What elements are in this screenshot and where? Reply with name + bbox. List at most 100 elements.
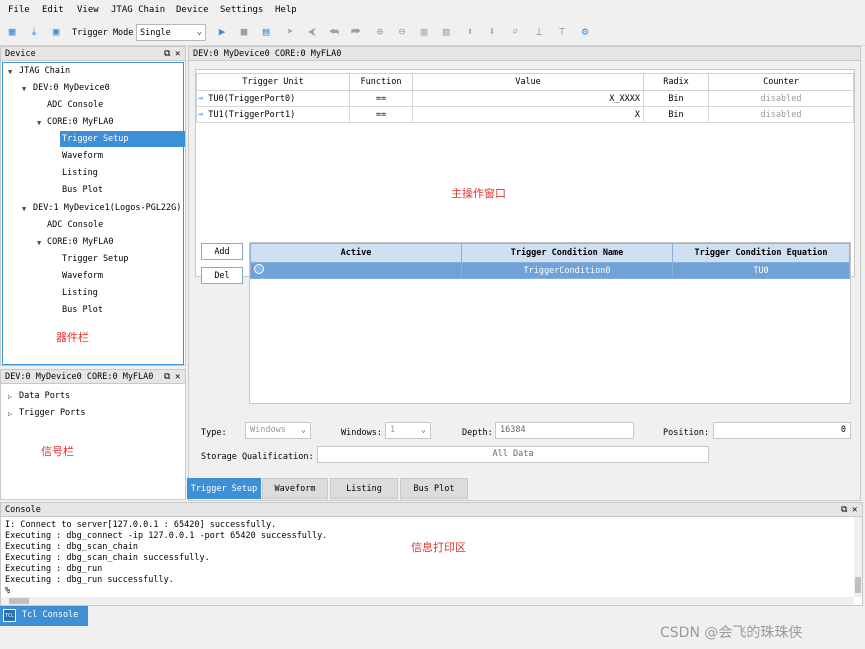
menu-file[interactable]: File xyxy=(8,5,30,15)
function-cell[interactable]: == xyxy=(349,106,413,123)
table-row[interactable]: TriggerCondition0 TU0 xyxy=(250,262,850,279)
trigger-unit-cell[interactable]: ⊸ TU0(TriggerPort0) xyxy=(196,90,350,107)
function-cell[interactable]: == xyxy=(349,90,413,107)
close-icon[interactable]: ✕ xyxy=(175,370,180,384)
save-icon[interactable]: ▣ xyxy=(50,26,62,38)
depth-field[interactable]: 16384 xyxy=(495,422,634,439)
collapsed-arrow-icon[interactable]: ▷ xyxy=(8,393,12,401)
menu-jtag-chain[interactable]: JTAG Chain xyxy=(111,5,165,15)
col-counter[interactable]: Counter xyxy=(708,73,854,91)
tab-trigger-setup[interactable]: Trigger Setup xyxy=(187,478,261,499)
del-button[interactable]: Del xyxy=(201,267,243,284)
tree-adc-console-0[interactable]: ADC Console xyxy=(47,97,103,113)
condition-equation-cell[interactable]: TU0 xyxy=(672,262,850,279)
tab-bus-plot[interactable]: Bus Plot xyxy=(400,478,468,499)
tree-waveform-0[interactable]: Waveform xyxy=(62,148,103,164)
zoom-fit-icon[interactable]: ▥ xyxy=(418,26,430,38)
restore-icon[interactable]: ⧉ xyxy=(164,47,170,61)
col-value[interactable]: Value xyxy=(412,73,644,91)
col-radix[interactable]: Radix xyxy=(643,73,709,91)
tree-listing-1[interactable]: Listing xyxy=(62,285,98,301)
storage-qualification-field[interactable]: All Data xyxy=(317,446,709,463)
zoom-in-icon[interactable]: ⊕ xyxy=(374,26,386,38)
value-cell[interactable]: X_XXXX xyxy=(412,90,644,107)
table-row[interactable]: ⊸ TU1(TriggerPort1) == X Bin disabled xyxy=(196,106,854,123)
menu-settings[interactable]: Settings xyxy=(220,5,263,15)
tree-core0[interactable]: CORE:0 MyFLA0 xyxy=(47,114,114,130)
gear-icon[interactable]: ⚙ xyxy=(579,26,591,38)
forward-icon[interactable]: ⮫ xyxy=(350,26,362,38)
active-cell[interactable] xyxy=(250,262,462,279)
vertical-scrollbar[interactable] xyxy=(854,517,862,597)
scrollbar-thumb[interactable] xyxy=(9,598,29,604)
arrow-right-icon[interactable]: ➤ xyxy=(284,26,296,38)
trigger-ports-item[interactable]: Trigger Ports xyxy=(19,405,86,421)
tree-core0-dev1[interactable]: CORE:0 MyFLA0 xyxy=(47,234,114,250)
trigger-unit-cell[interactable]: ⊸ TU1(TriggerPort1) xyxy=(196,106,350,123)
marker-left-icon[interactable]: ⊥ xyxy=(533,26,545,38)
radix-cell[interactable]: Bin xyxy=(643,90,709,107)
zoom-select-icon[interactable]: ▧ xyxy=(440,26,452,38)
tree-trigger-setup-0[interactable]: Trigger Setup xyxy=(60,131,185,147)
scrollbar-thumb[interactable] xyxy=(855,577,861,593)
expand-icon[interactable]: ▼ xyxy=(37,119,41,127)
tree-dev1[interactable]: DEV:1 MyDevice1(Logos-PGL22G) xyxy=(33,200,181,216)
tree-waveform-1[interactable]: Waveform xyxy=(62,268,103,284)
close-icon[interactable]: ✕ xyxy=(175,47,180,61)
menu-device[interactable]: Device xyxy=(176,5,209,15)
scan-chain-icon[interactable]: ▦ xyxy=(6,26,18,38)
expand-icon[interactable]: ▼ xyxy=(22,205,26,213)
counter-cell[interactable]: disabled xyxy=(708,90,854,107)
tree-adc-console-1[interactable]: ADC Console xyxy=(47,217,103,233)
tree-bus-plot-0[interactable]: Bus Plot xyxy=(62,182,103,198)
tree-listing-0[interactable]: Listing xyxy=(62,165,98,181)
position-field[interactable]: 0 xyxy=(713,422,851,439)
radio-icon[interactable] xyxy=(254,264,264,274)
run-icon[interactable]: ▶ xyxy=(216,26,228,38)
menu-help[interactable]: Help xyxy=(275,5,297,15)
type-select[interactable]: Windows ⌄ xyxy=(245,422,311,439)
windows-select[interactable]: 1 ⌄ xyxy=(385,422,431,439)
restore-icon[interactable]: ⧉ xyxy=(841,503,847,517)
condition-name-cell[interactable]: TriggerCondition0 xyxy=(461,262,673,279)
back-icon[interactable]: ⮪ xyxy=(328,26,340,38)
expand-icon[interactable]: ▼ xyxy=(37,239,41,247)
tab-waveform[interactable]: Waveform xyxy=(262,478,328,499)
move-down-icon[interactable]: ⬇ xyxy=(486,26,498,38)
trigger-mode-select[interactable]: Single ⌄ xyxy=(136,24,206,41)
tab-listing[interactable]: Listing xyxy=(330,478,398,499)
col-trigger-unit[interactable]: Trigger Unit xyxy=(196,73,350,91)
menu-view[interactable]: View xyxy=(77,5,99,15)
restore-icon[interactable]: ⧉ xyxy=(164,370,170,384)
marker-right-icon[interactable]: ⊤ xyxy=(556,26,568,38)
table-row[interactable]: ⊸ TU0(TriggerPort0) == X_XXXX Bin disabl… xyxy=(196,90,854,107)
menu-edit[interactable]: Edit xyxy=(42,5,64,15)
tree-bus-plot-1[interactable]: Bus Plot xyxy=(62,302,103,318)
console-prompt[interactable]: % xyxy=(5,586,10,596)
prev-icon[interactable]: ⮜ xyxy=(306,26,318,38)
tree-jtag-chain[interactable]: JTAG Chain xyxy=(19,63,70,79)
col-condition-equation[interactable]: Trigger Condition Equation xyxy=(672,243,850,263)
search-icon[interactable]: ⌕ xyxy=(509,26,521,38)
expand-icon[interactable]: ▼ xyxy=(8,68,12,76)
tcl-console-tab[interactable]: TCL Tcl Console xyxy=(0,606,88,626)
add-button[interactable]: Add xyxy=(201,243,243,260)
zoom-out-icon[interactable]: ⊖ xyxy=(396,26,408,38)
counter-cell[interactable]: disabled xyxy=(708,106,854,123)
col-active[interactable]: Active xyxy=(250,243,462,263)
col-condition-name[interactable]: Trigger Condition Name xyxy=(461,243,673,263)
data-ports-item[interactable]: Data Ports xyxy=(19,388,70,404)
collapsed-arrow-icon[interactable]: ▷ xyxy=(8,410,12,418)
tree-trigger-setup-1[interactable]: Trigger Setup xyxy=(62,251,129,267)
tree-dev0[interactable]: DEV:0 MyDevice0 xyxy=(33,80,110,96)
expand-icon[interactable]: ▼ xyxy=(22,85,26,93)
col-function[interactable]: Function xyxy=(349,73,413,91)
stop-icon[interactable]: ■ xyxy=(238,26,250,38)
move-up-icon[interactable]: ⬆ xyxy=(464,26,476,38)
horizontal-scrollbar[interactable] xyxy=(1,597,854,605)
download-icon[interactable]: ⤓ xyxy=(28,26,40,38)
value-cell[interactable]: X xyxy=(412,106,644,123)
close-icon[interactable]: ✕ xyxy=(852,503,857,517)
capture-icon[interactable]: ▤ xyxy=(260,26,272,38)
radix-cell[interactable]: Bin xyxy=(643,106,709,123)
